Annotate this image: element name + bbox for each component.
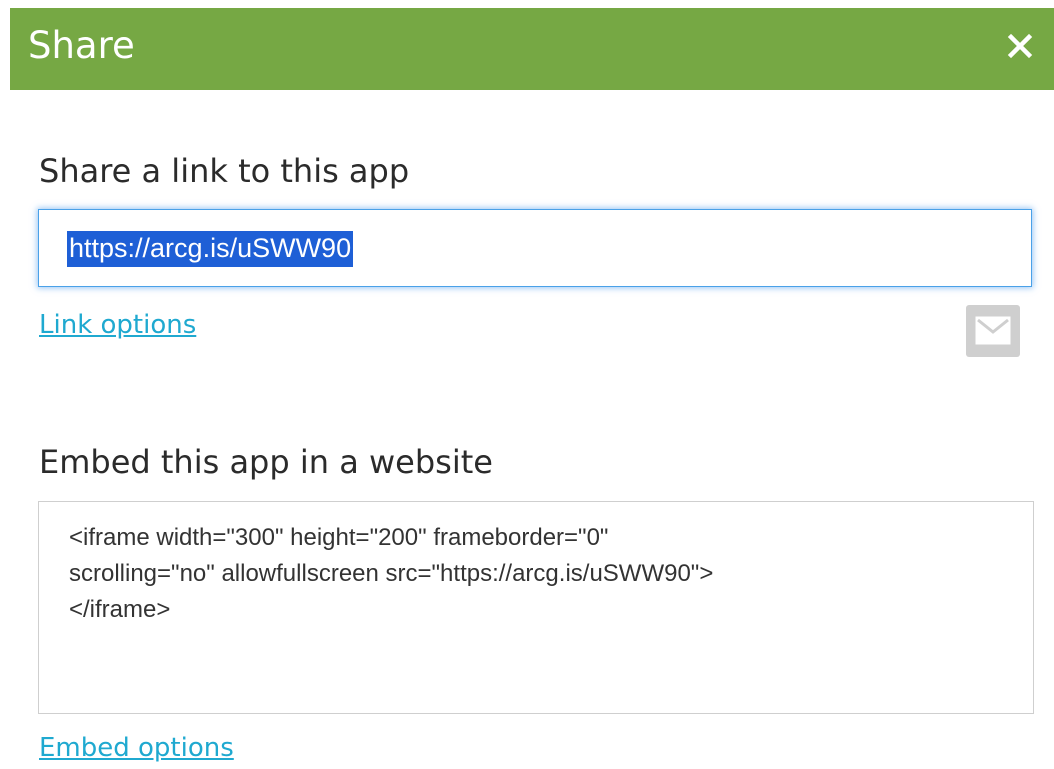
email-button[interactable] <box>966 305 1020 357</box>
share-link-heading: Share a link to this app <box>39 152 410 190</box>
share-link-input[interactable]: https://arcg.is/uSWW90 <box>38 209 1032 287</box>
dialog-header: Share <box>10 8 1054 90</box>
link-options-link[interactable]: Link options <box>39 310 196 340</box>
close-icon <box>1007 33 1033 59</box>
dialog-title: Share <box>28 24 135 67</box>
email-icon <box>975 316 1011 345</box>
embed-heading: Embed this app in a website <box>39 443 493 481</box>
share-link-url: https://arcg.is/uSWW90 <box>67 231 354 267</box>
embed-options-link[interactable]: Embed options <box>39 733 234 763</box>
embed-code-textarea[interactable]: <iframe width="300" height="200" framebo… <box>38 501 1034 714</box>
close-button[interactable] <box>1000 26 1040 66</box>
